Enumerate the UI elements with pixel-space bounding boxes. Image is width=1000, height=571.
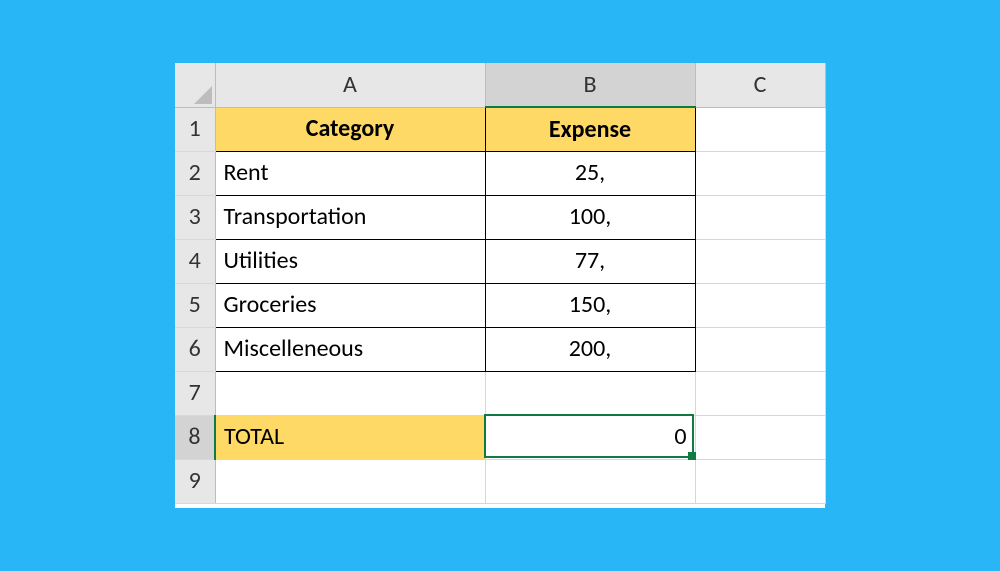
row-header-1[interactable]: 1 [175, 107, 215, 151]
cell-c3[interactable] [695, 195, 825, 239]
cell-b4[interactable]: 77, [485, 239, 695, 283]
grid: A B C 1 Category Expense 2 Rent 25, 3 Tr… [175, 63, 826, 504]
cell-a6[interactable]: Miscelleneous [215, 327, 485, 371]
cell-b3[interactable]: 100, [485, 195, 695, 239]
cell-a5[interactable]: Groceries [215, 283, 485, 327]
col-header-b[interactable]: B [485, 63, 695, 107]
cell-b1[interactable]: Expense [485, 107, 695, 151]
cell-b2[interactable]: 25, [485, 151, 695, 195]
row-header-7[interactable]: 7 [175, 371, 215, 415]
cell-a4[interactable]: Utilities [215, 239, 485, 283]
cell-c5[interactable] [695, 283, 825, 327]
row-header-5[interactable]: 5 [175, 283, 215, 327]
cell-c8[interactable] [695, 415, 825, 459]
cell-c4[interactable] [695, 239, 825, 283]
row-header-6[interactable]: 6 [175, 327, 215, 371]
cell-b7[interactable] [485, 371, 695, 415]
cell-c6[interactable] [695, 327, 825, 371]
cell-c2[interactable] [695, 151, 825, 195]
cell-a9[interactable] [215, 459, 485, 503]
cell-b6[interactable]: 200, [485, 327, 695, 371]
cell-a2[interactable]: Rent [215, 151, 485, 195]
row-header-2[interactable]: 2 [175, 151, 215, 195]
cell-c7[interactable] [695, 371, 825, 415]
select-all-icon [194, 86, 212, 104]
cell-c9[interactable] [695, 459, 825, 503]
cell-b8[interactable]: 0 [485, 415, 695, 459]
cell-c1[interactable] [695, 107, 825, 151]
row-header-8[interactable]: 8 [175, 415, 215, 459]
row-header-3[interactable]: 3 [175, 195, 215, 239]
spreadsheet[interactable]: A B C 1 Category Expense 2 Rent 25, 3 Tr… [175, 63, 825, 508]
select-all-corner[interactable] [175, 63, 215, 107]
row-header-4[interactable]: 4 [175, 239, 215, 283]
cell-a7[interactable] [215, 371, 485, 415]
cell-a1[interactable]: Category [215, 107, 485, 151]
cell-b5[interactable]: 150, [485, 283, 695, 327]
cell-b9[interactable] [485, 459, 695, 503]
cell-a8[interactable]: TOTAL [215, 415, 485, 459]
col-header-c[interactable]: C [695, 63, 825, 107]
cell-a3[interactable]: Transportation [215, 195, 485, 239]
col-header-a[interactable]: A [215, 63, 485, 107]
row-header-9[interactable]: 9 [175, 459, 215, 503]
